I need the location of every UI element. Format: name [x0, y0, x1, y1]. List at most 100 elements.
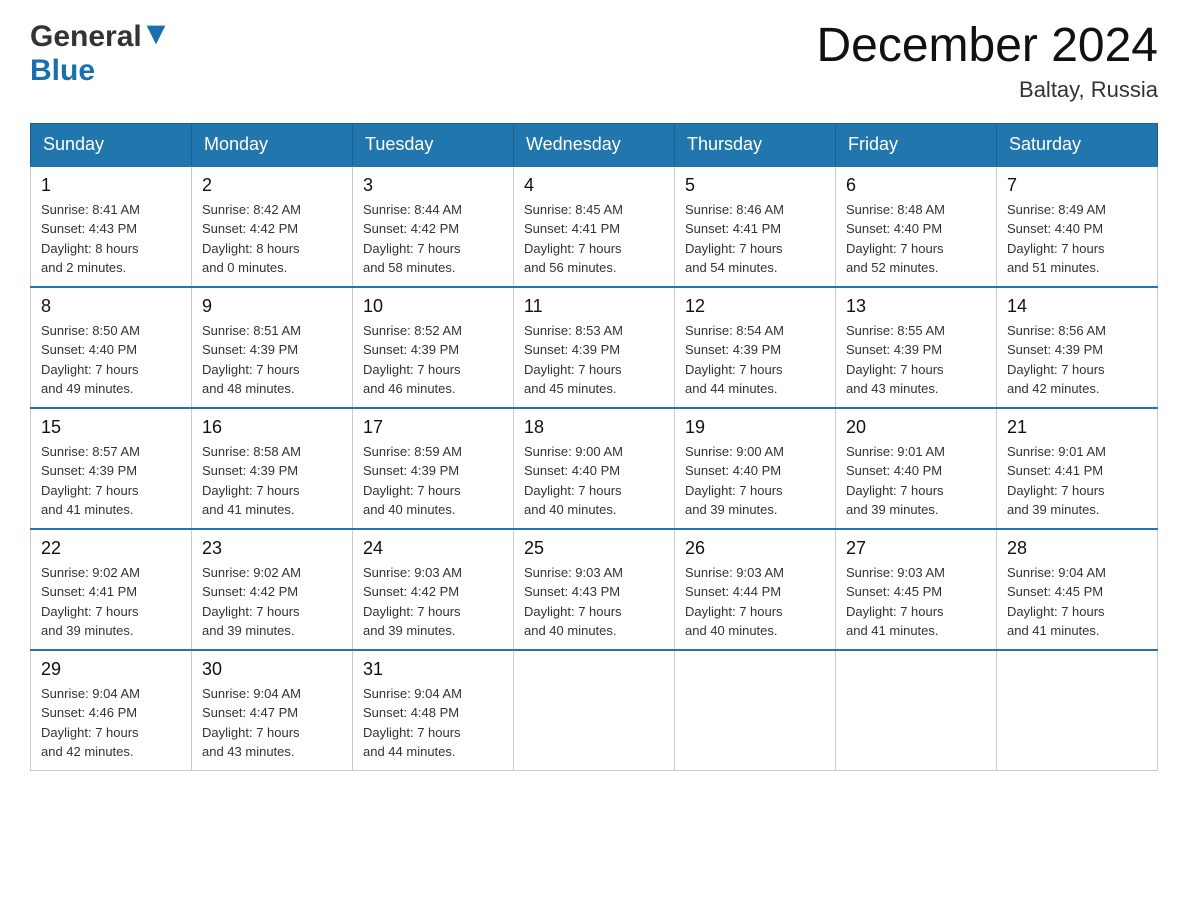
table-row: 26 Sunrise: 9:03 AMSunset: 4:44 PMDaylig… — [675, 529, 836, 650]
day-info: Sunrise: 8:44 AMSunset: 4:42 PMDaylight:… — [363, 200, 503, 278]
day-number: 29 — [41, 659, 181, 680]
day-number: 12 — [685, 296, 825, 317]
day-number: 9 — [202, 296, 342, 317]
day-number: 31 — [363, 659, 503, 680]
table-row: 7 Sunrise: 8:49 AMSunset: 4:40 PMDayligh… — [997, 166, 1158, 287]
day-info: Sunrise: 9:03 AMSunset: 4:44 PMDaylight:… — [685, 563, 825, 641]
page-header: General Blue December 2024 Baltay, Russi… — [30, 20, 1158, 103]
table-row: 15 Sunrise: 8:57 AMSunset: 4:39 PMDaylig… — [31, 408, 192, 529]
table-row: 20 Sunrise: 9:01 AMSunset: 4:40 PMDaylig… — [836, 408, 997, 529]
table-row: 1 Sunrise: 8:41 AMSunset: 4:43 PMDayligh… — [31, 166, 192, 287]
table-row: 18 Sunrise: 9:00 AMSunset: 4:40 PMDaylig… — [514, 408, 675, 529]
day-info: Sunrise: 9:04 AMSunset: 4:48 PMDaylight:… — [363, 684, 503, 762]
col-tuesday: Tuesday — [353, 123, 514, 166]
table-row: 4 Sunrise: 8:45 AMSunset: 4:41 PMDayligh… — [514, 166, 675, 287]
day-number: 13 — [846, 296, 986, 317]
table-row: 8 Sunrise: 8:50 AMSunset: 4:40 PMDayligh… — [31, 287, 192, 408]
day-number: 11 — [524, 296, 664, 317]
day-number: 24 — [363, 538, 503, 559]
day-info: Sunrise: 8:45 AMSunset: 4:41 PMDaylight:… — [524, 200, 664, 278]
col-friday: Friday — [836, 123, 997, 166]
calendar-week-row: 29 Sunrise: 9:04 AMSunset: 4:46 PMDaylig… — [31, 650, 1158, 771]
month-year-title: December 2024 — [816, 20, 1158, 73]
day-info: Sunrise: 8:53 AMSunset: 4:39 PMDaylight:… — [524, 321, 664, 399]
day-info: Sunrise: 8:50 AMSunset: 4:40 PMDaylight:… — [41, 321, 181, 399]
calendar-week-row: 8 Sunrise: 8:50 AMSunset: 4:40 PMDayligh… — [31, 287, 1158, 408]
day-number: 8 — [41, 296, 181, 317]
table-row: 2 Sunrise: 8:42 AMSunset: 4:42 PMDayligh… — [192, 166, 353, 287]
day-info: Sunrise: 9:00 AMSunset: 4:40 PMDaylight:… — [524, 442, 664, 520]
logo-general: General — [30, 20, 142, 54]
day-info: Sunrise: 9:02 AMSunset: 4:42 PMDaylight:… — [202, 563, 342, 641]
day-number: 28 — [1007, 538, 1147, 559]
table-row: 13 Sunrise: 8:55 AMSunset: 4:39 PMDaylig… — [836, 287, 997, 408]
title-area: December 2024 Baltay, Russia — [816, 20, 1158, 103]
day-info: Sunrise: 9:03 AMSunset: 4:45 PMDaylight:… — [846, 563, 986, 641]
col-wednesday: Wednesday — [514, 123, 675, 166]
calendar-week-row: 15 Sunrise: 8:57 AMSunset: 4:39 PMDaylig… — [31, 408, 1158, 529]
table-row: 17 Sunrise: 8:59 AMSunset: 4:39 PMDaylig… — [353, 408, 514, 529]
day-number: 6 — [846, 175, 986, 196]
day-number: 30 — [202, 659, 342, 680]
col-thursday: Thursday — [675, 123, 836, 166]
day-number: 2 — [202, 175, 342, 196]
day-number: 18 — [524, 417, 664, 438]
day-info: Sunrise: 8:49 AMSunset: 4:40 PMDaylight:… — [1007, 200, 1147, 278]
table-row: 25 Sunrise: 9:03 AMSunset: 4:43 PMDaylig… — [514, 529, 675, 650]
col-sunday: Sunday — [31, 123, 192, 166]
table-row — [836, 650, 997, 771]
table-row: 22 Sunrise: 9:02 AMSunset: 4:41 PMDaylig… — [31, 529, 192, 650]
day-number: 25 — [524, 538, 664, 559]
location-subtitle: Baltay, Russia — [816, 77, 1158, 103]
day-number: 14 — [1007, 296, 1147, 317]
table-row: 6 Sunrise: 8:48 AMSunset: 4:40 PMDayligh… — [836, 166, 997, 287]
day-info: Sunrise: 9:03 AMSunset: 4:42 PMDaylight:… — [363, 563, 503, 641]
table-row: 24 Sunrise: 9:03 AMSunset: 4:42 PMDaylig… — [353, 529, 514, 650]
table-row: 14 Sunrise: 8:56 AMSunset: 4:39 PMDaylig… — [997, 287, 1158, 408]
day-number: 3 — [363, 175, 503, 196]
day-info: Sunrise: 8:54 AMSunset: 4:39 PMDaylight:… — [685, 321, 825, 399]
day-number: 4 — [524, 175, 664, 196]
table-row: 27 Sunrise: 9:03 AMSunset: 4:45 PMDaylig… — [836, 529, 997, 650]
table-row: 19 Sunrise: 9:00 AMSunset: 4:40 PMDaylig… — [675, 408, 836, 529]
day-info: Sunrise: 9:02 AMSunset: 4:41 PMDaylight:… — [41, 563, 181, 641]
day-info: Sunrise: 8:57 AMSunset: 4:39 PMDaylight:… — [41, 442, 181, 520]
table-row: 5 Sunrise: 8:46 AMSunset: 4:41 PMDayligh… — [675, 166, 836, 287]
day-number: 22 — [41, 538, 181, 559]
day-number: 23 — [202, 538, 342, 559]
day-number: 19 — [685, 417, 825, 438]
day-number: 16 — [202, 417, 342, 438]
col-monday: Monday — [192, 123, 353, 166]
calendar-header-row: Sunday Monday Tuesday Wednesday Thursday… — [31, 123, 1158, 166]
day-number: 7 — [1007, 175, 1147, 196]
day-info: Sunrise: 8:51 AMSunset: 4:39 PMDaylight:… — [202, 321, 342, 399]
table-row — [514, 650, 675, 771]
col-saturday: Saturday — [997, 123, 1158, 166]
table-row — [997, 650, 1158, 771]
day-info: Sunrise: 9:04 AMSunset: 4:46 PMDaylight:… — [41, 684, 181, 762]
calendar-week-row: 22 Sunrise: 9:02 AMSunset: 4:41 PMDaylig… — [31, 529, 1158, 650]
table-row: 16 Sunrise: 8:58 AMSunset: 4:39 PMDaylig… — [192, 408, 353, 529]
table-row: 29 Sunrise: 9:04 AMSunset: 4:46 PMDaylig… — [31, 650, 192, 771]
day-info: Sunrise: 8:58 AMSunset: 4:39 PMDaylight:… — [202, 442, 342, 520]
day-info: Sunrise: 8:59 AMSunset: 4:39 PMDaylight:… — [363, 442, 503, 520]
day-info: Sunrise: 8:55 AMSunset: 4:39 PMDaylight:… — [846, 321, 986, 399]
logo: General Blue — [30, 20, 170, 88]
table-row: 11 Sunrise: 8:53 AMSunset: 4:39 PMDaylig… — [514, 287, 675, 408]
day-info: Sunrise: 8:42 AMSunset: 4:42 PMDaylight:… — [202, 200, 342, 278]
table-row: 3 Sunrise: 8:44 AMSunset: 4:42 PMDayligh… — [353, 166, 514, 287]
day-info: Sunrise: 9:04 AMSunset: 4:45 PMDaylight:… — [1007, 563, 1147, 641]
day-info: Sunrise: 9:03 AMSunset: 4:43 PMDaylight:… — [524, 563, 664, 641]
table-row: 12 Sunrise: 8:54 AMSunset: 4:39 PMDaylig… — [675, 287, 836, 408]
day-info: Sunrise: 8:41 AMSunset: 4:43 PMDaylight:… — [41, 200, 181, 278]
logo-icon — [142, 21, 170, 54]
table-row: 21 Sunrise: 9:01 AMSunset: 4:41 PMDaylig… — [997, 408, 1158, 529]
day-info: Sunrise: 8:48 AMSunset: 4:40 PMDaylight:… — [846, 200, 986, 278]
day-number: 21 — [1007, 417, 1147, 438]
table-row: 31 Sunrise: 9:04 AMSunset: 4:48 PMDaylig… — [353, 650, 514, 771]
table-row: 23 Sunrise: 9:02 AMSunset: 4:42 PMDaylig… — [192, 529, 353, 650]
day-info: Sunrise: 8:56 AMSunset: 4:39 PMDaylight:… — [1007, 321, 1147, 399]
logo-blue: Blue — [30, 54, 95, 87]
table-row: 10 Sunrise: 8:52 AMSunset: 4:39 PMDaylig… — [353, 287, 514, 408]
day-info: Sunrise: 8:46 AMSunset: 4:41 PMDaylight:… — [685, 200, 825, 278]
